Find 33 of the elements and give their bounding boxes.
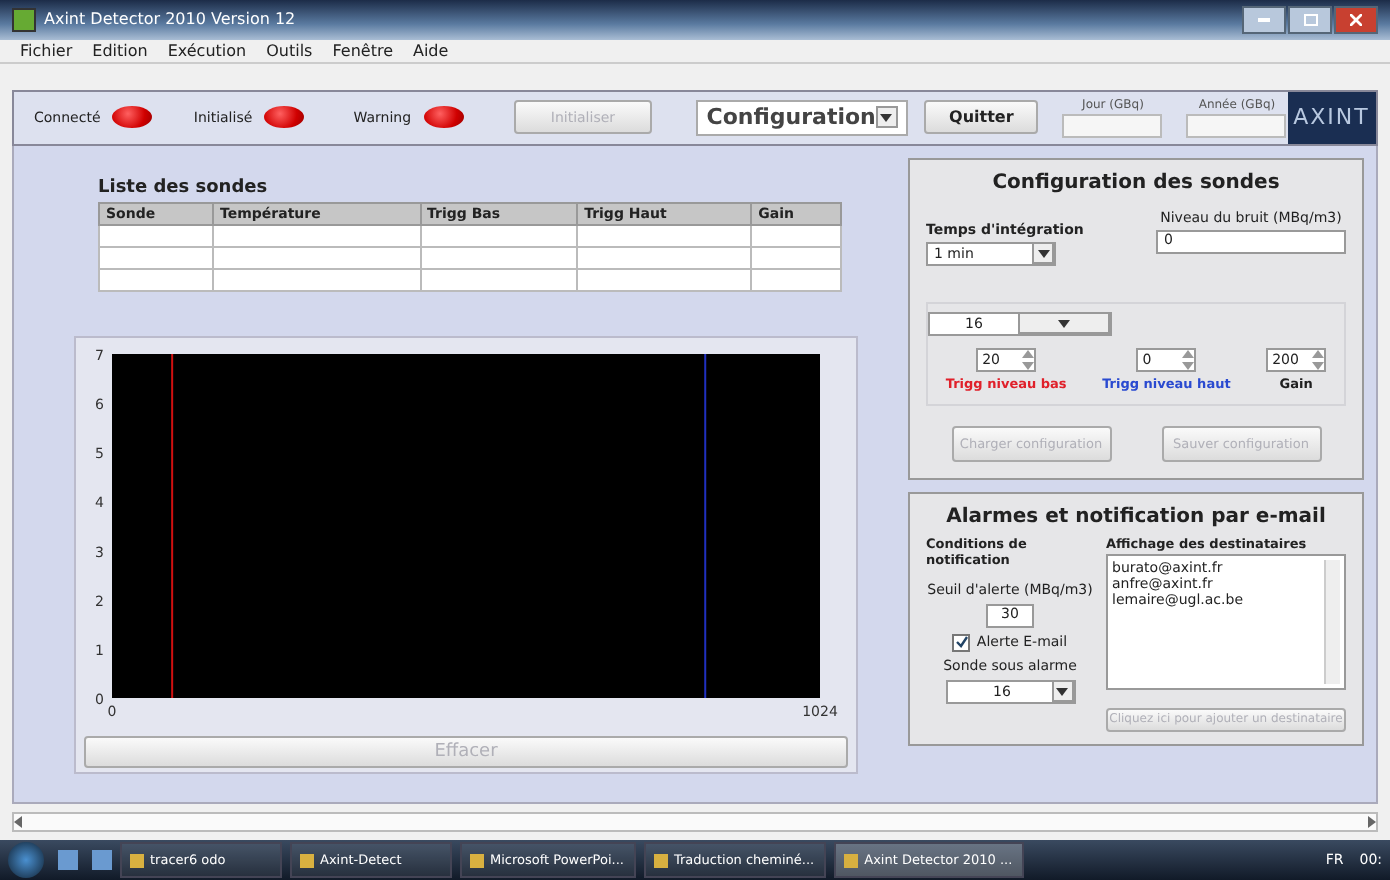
panel-title: Alarmes et notification par e-mail xyxy=(944,505,1328,528)
section-title: Liste des sondes xyxy=(98,177,270,198)
menu-item[interactable]: Exécution xyxy=(167,41,247,60)
menu-item[interactable]: Outils xyxy=(266,41,313,60)
scroll-right-icon[interactable] xyxy=(1366,816,1376,828)
window-title: Axint Detector 2010 Version 12 xyxy=(44,10,296,29)
menu-item[interactable]: Fenêtre xyxy=(332,41,393,60)
maximize-button[interactable] xyxy=(1288,5,1332,34)
menu-item[interactable]: Edition xyxy=(92,41,148,60)
app-icon xyxy=(12,7,36,32)
minimize-button[interactable] xyxy=(1242,5,1286,34)
panel-title: Configuration des sondes xyxy=(990,171,1282,194)
scrollbar[interactable] xyxy=(1324,559,1340,684)
quit-button[interactable]: Quitter xyxy=(923,100,1039,135)
scroll-left-icon[interactable] xyxy=(14,816,24,828)
mode-select[interactable]: Configuration xyxy=(696,99,908,136)
quick-launch-icon[interactable] xyxy=(58,850,78,871)
quick-launch-icon[interactable] xyxy=(92,850,112,871)
maximize-icon xyxy=(1303,13,1317,26)
start-button[interactable] xyxy=(8,842,44,879)
menu-item[interactable]: Aide xyxy=(412,41,449,60)
input-field[interactable] xyxy=(1062,113,1163,138)
minimize-icon xyxy=(1258,17,1270,22)
close-button[interactable] xyxy=(1334,5,1378,34)
horizontal-scrollbar[interactable] xyxy=(12,811,1378,833)
spinner-arrows-icon[interactable] xyxy=(1312,349,1325,370)
logo: AXINT xyxy=(1287,91,1376,144)
close-icon xyxy=(1350,13,1362,26)
spinner-arrows-icon[interactable] xyxy=(1182,349,1195,370)
spinner-arrows-icon[interactable] xyxy=(1022,349,1035,370)
menu-item[interactable]: Fichier xyxy=(20,41,73,60)
input-field[interactable] xyxy=(1186,113,1287,138)
checkbox[interactable] xyxy=(952,633,971,652)
